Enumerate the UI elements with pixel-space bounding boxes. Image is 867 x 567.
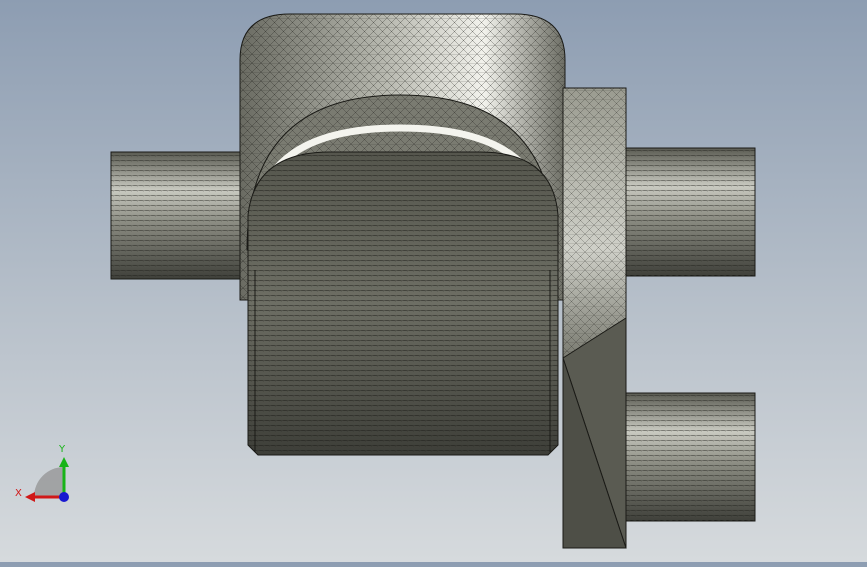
3d-viewport[interactable] [0,0,867,562]
z-axis-dot [59,492,69,502]
triad-quarter-disc [34,467,64,497]
mesh-model[interactable] [0,0,867,562]
left-shaft [110,151,247,280]
x-axis-label: X [15,488,22,499]
right-lower-shaft [621,392,756,522]
x-arrow-head [25,492,35,502]
main-body [247,151,559,456]
y-axis-label: Y [58,444,66,455]
y-arrow-head [59,457,69,467]
right-upper-shaft [621,147,756,277]
axis-triad: Y X [12,440,82,510]
side-plate [562,87,627,549]
